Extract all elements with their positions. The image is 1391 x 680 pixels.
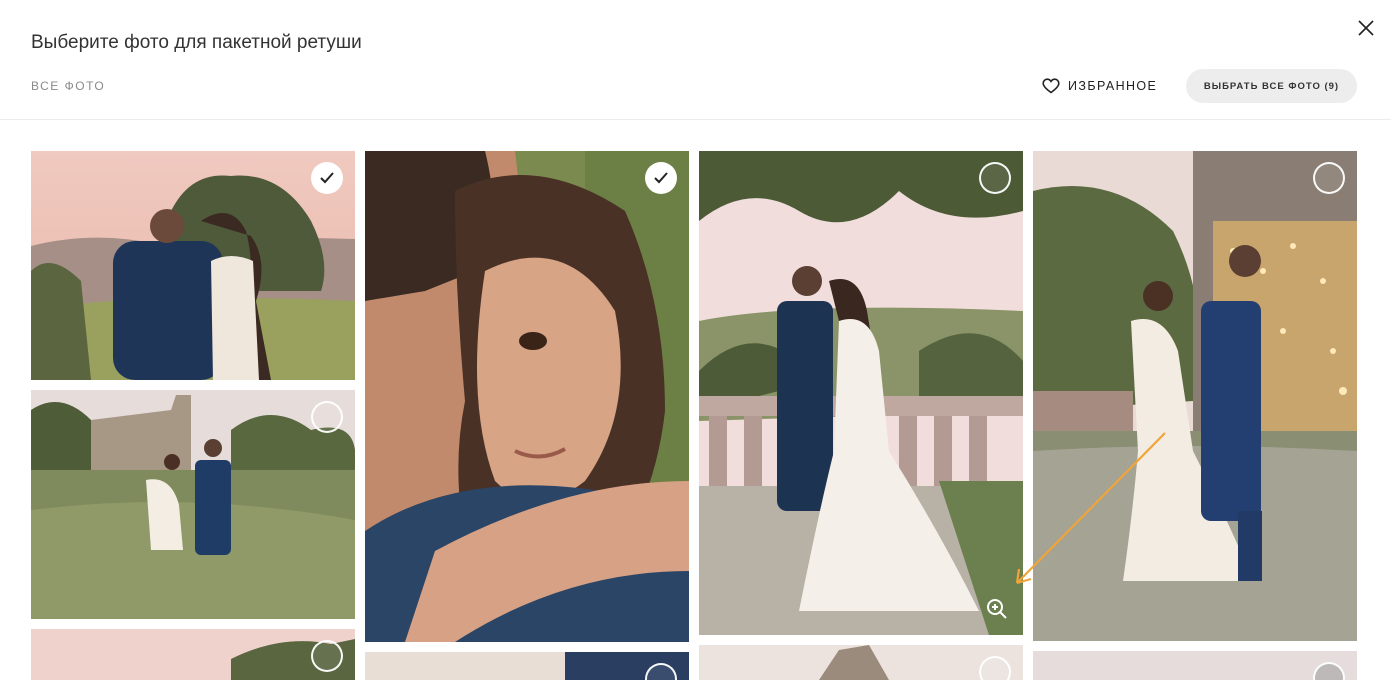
heart-icon bbox=[1042, 78, 1060, 94]
photo-tile-9[interactable] bbox=[1033, 651, 1357, 680]
select-toggle[interactable] bbox=[311, 162, 343, 194]
select-toggle[interactable] bbox=[1313, 162, 1345, 194]
annotation-arrow bbox=[1015, 432, 1166, 585]
zoom-icon[interactable] bbox=[985, 597, 1009, 621]
tab-all-photos[interactable]: ВСЕ ФОТО bbox=[31, 79, 105, 93]
photo-image bbox=[699, 645, 1023, 680]
select-toggle[interactable] bbox=[311, 401, 343, 433]
select-all-button[interactable]: ВЫБРАТЬ ВСЕ ФОТО (9) bbox=[1186, 69, 1357, 103]
photo-image bbox=[31, 390, 355, 619]
photo-tile-8[interactable] bbox=[699, 645, 1023, 680]
close-icon[interactable] bbox=[1356, 18, 1376, 38]
photo-image bbox=[365, 151, 689, 642]
photo-image bbox=[1033, 651, 1357, 680]
select-toggle[interactable] bbox=[979, 162, 1011, 194]
checkmark-icon bbox=[654, 172, 668, 184]
select-toggle[interactable] bbox=[979, 656, 1011, 680]
photo-tile-3[interactable] bbox=[699, 151, 1023, 635]
photo-image bbox=[699, 151, 1023, 635]
photo-tile-2[interactable] bbox=[365, 151, 689, 642]
modal-header: Выберите фото для пакетной ретуши ВСЕ ФО… bbox=[0, 0, 1391, 120]
checkmark-icon bbox=[320, 172, 334, 184]
photo-image bbox=[365, 652, 689, 680]
favorites-label: ИЗБРАННОЕ bbox=[1068, 79, 1158, 93]
photo-tile-5[interactable] bbox=[31, 390, 355, 619]
select-toggle[interactable] bbox=[645, 162, 677, 194]
photo-tile-7[interactable] bbox=[365, 652, 689, 680]
photo-tile-1[interactable] bbox=[31, 151, 355, 380]
photo-tile-6[interactable] bbox=[31, 629, 355, 680]
photo-image bbox=[31, 629, 355, 680]
page-title: Выберите фото для пакетной ретуши bbox=[31, 32, 362, 53]
select-toggle[interactable] bbox=[311, 640, 343, 672]
favorites-filter[interactable]: ИЗБРАННОЕ bbox=[1042, 76, 1157, 96]
photo-image bbox=[31, 151, 355, 380]
